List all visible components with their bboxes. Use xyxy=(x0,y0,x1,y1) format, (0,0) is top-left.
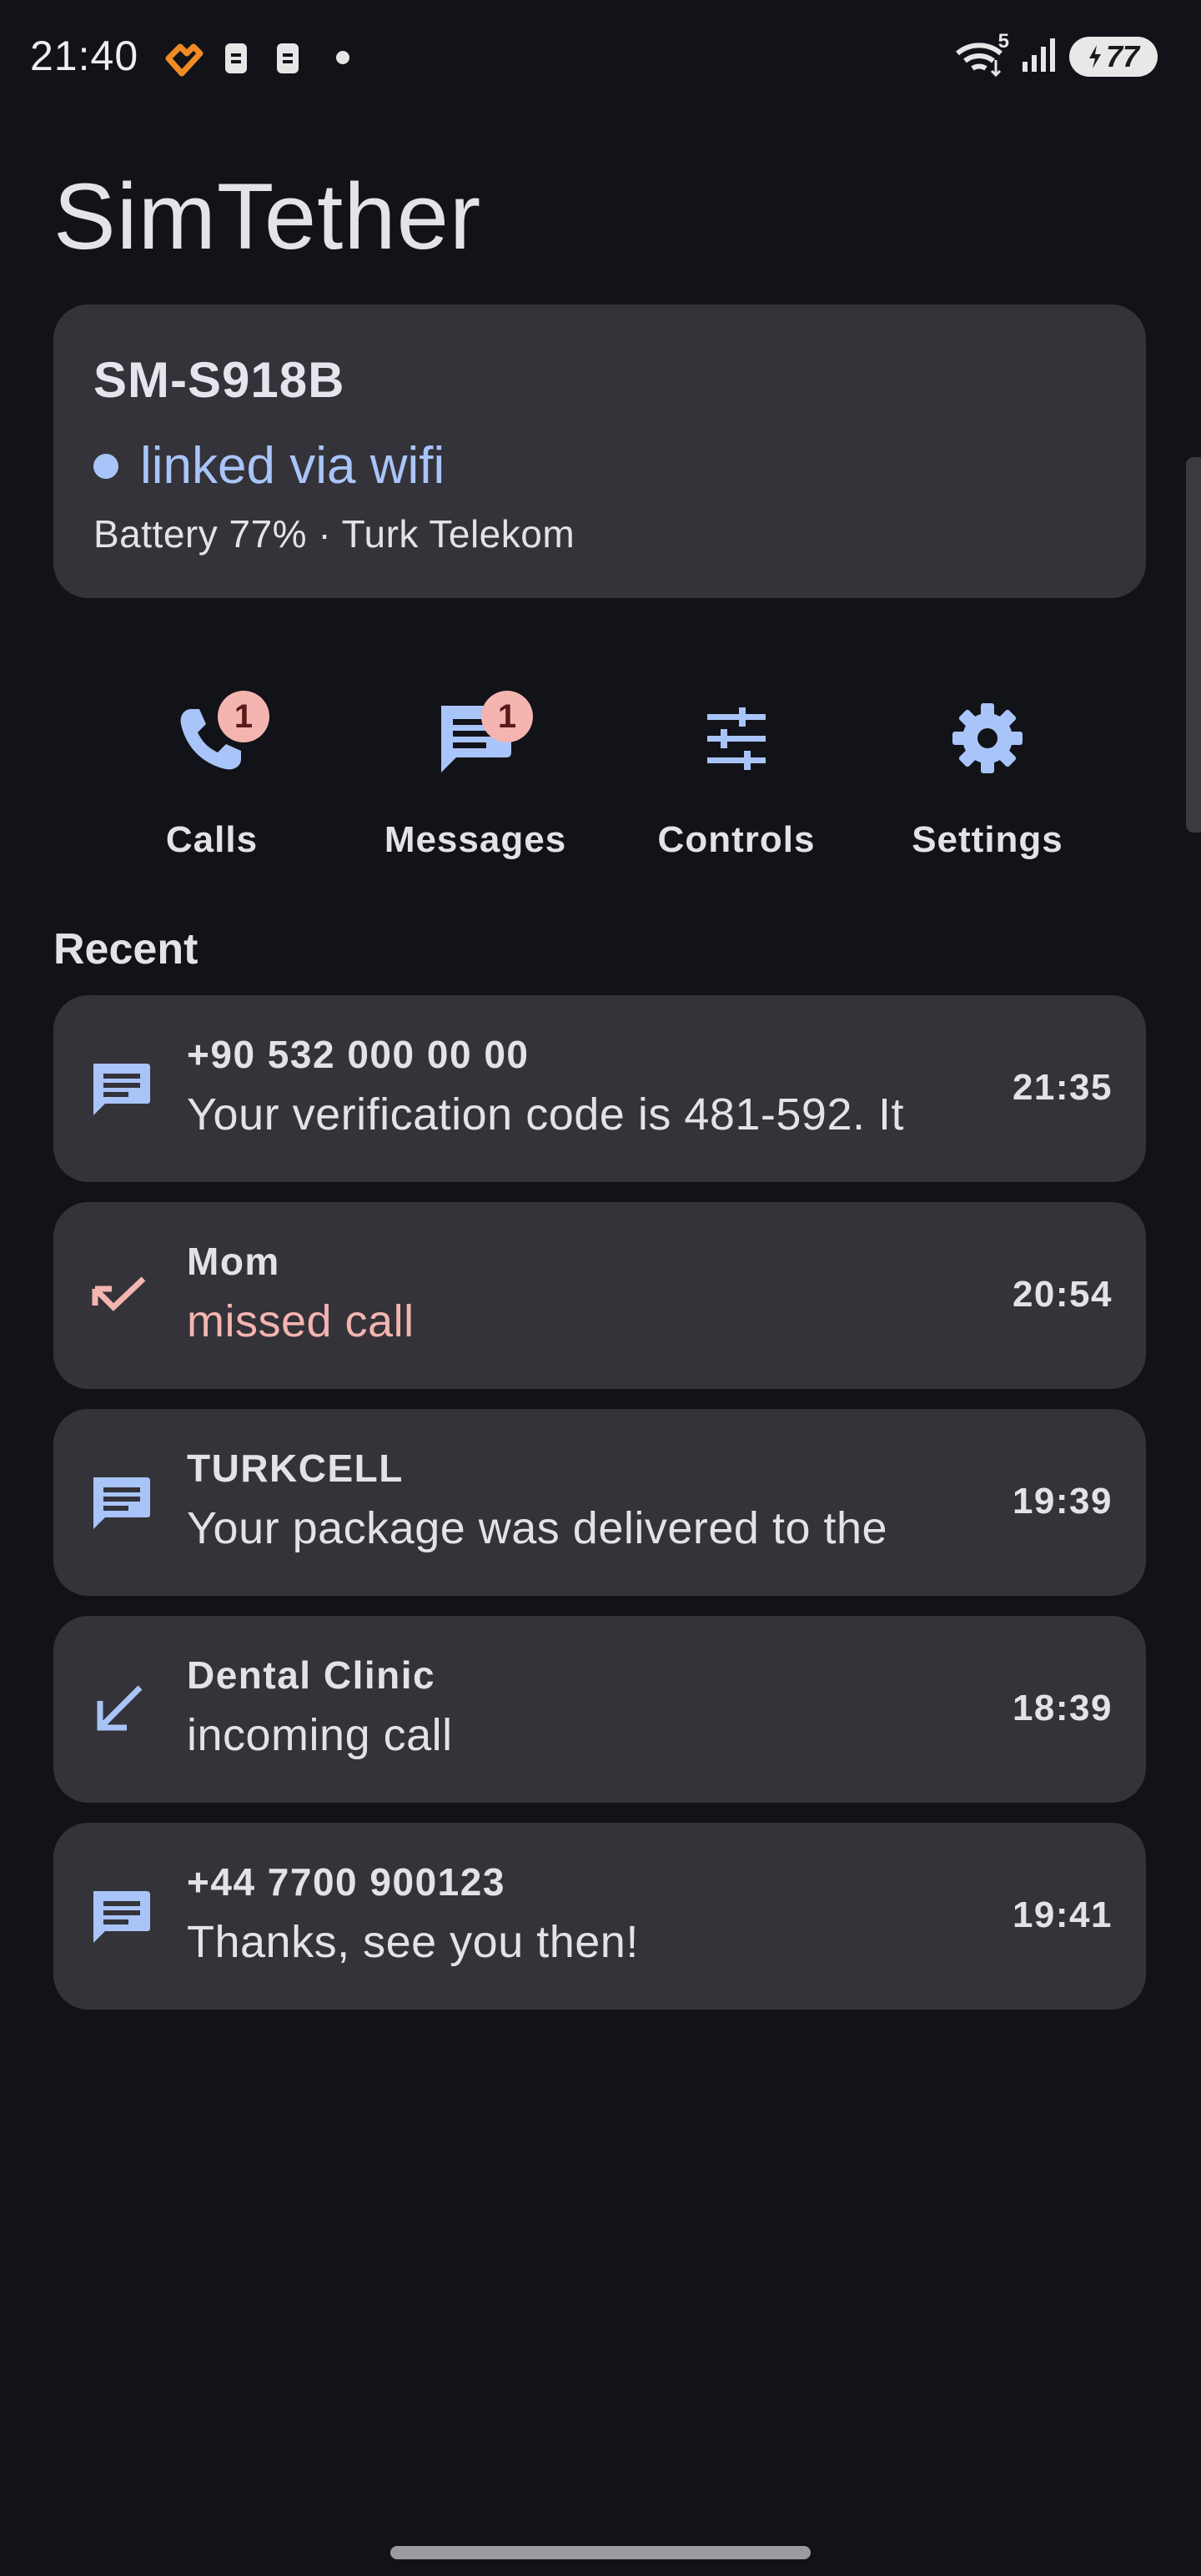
charging-icon xyxy=(1088,45,1101,68)
recent-item[interactable]: Mom missed call 20:54 xyxy=(53,1202,1146,1389)
device-info: Battery 77% · Turk Telekom xyxy=(93,512,575,556)
device-card[interactable]: SM-S918B linked via wifi Battery 77% · T… xyxy=(53,304,1146,598)
recent-sender: Dental Clinic xyxy=(187,1653,436,1697)
recent-heading: Recent xyxy=(53,925,198,974)
wifi-label: 5 xyxy=(997,30,1009,53)
recent-preview: Your verification code is 481-592. It xyxy=(187,1089,905,1140)
settings-button[interactable]: Settings xyxy=(862,692,1113,861)
recent-sender: +44 7700 900123 xyxy=(187,1860,505,1904)
calls-button[interactable]: 1 Calls xyxy=(87,691,337,861)
incoming-call-icon xyxy=(87,1676,153,1743)
message-icon xyxy=(87,1883,153,1950)
phone-icon: 1 xyxy=(166,691,269,784)
recent-time: 19:41 xyxy=(1012,1894,1113,1935)
scroll-handle[interactable] xyxy=(1186,457,1201,833)
messages-label: Messages xyxy=(384,819,567,860)
recent-sender: +90 532 000 00 00 xyxy=(187,1033,530,1076)
recent-item[interactable]: TURKCELL Your package was delivered to t… xyxy=(53,1409,1146,1596)
recent-sender: TURKCELL xyxy=(187,1446,404,1490)
status-bar: 21:40 5 77 xyxy=(0,0,1201,117)
recent-time: 18:39 xyxy=(1012,1688,1113,1728)
recent-list: +90 532 000 00 00 Your verification code… xyxy=(53,995,1146,2030)
wifi-icon: 5 xyxy=(954,30,1009,78)
recent-time: 19:39 xyxy=(1012,1481,1113,1522)
recent-item[interactable]: +90 532 000 00 00 Your verification code… xyxy=(53,995,1146,1182)
link-status: linked via wifi xyxy=(93,436,445,496)
controls-label: Controls xyxy=(657,819,816,860)
message-icon xyxy=(87,1469,153,1536)
recent-item[interactable]: +44 7700 900123 Thanks, see you then! 19… xyxy=(53,1823,1146,2010)
calls-badge: 1 xyxy=(218,691,269,742)
message-icon: 1 xyxy=(430,691,533,784)
settings-label: Settings xyxy=(912,819,1063,860)
dot-icon xyxy=(335,50,350,69)
missed-call-icon xyxy=(87,1262,153,1329)
sim-icon xyxy=(224,42,249,79)
message-icon xyxy=(87,1055,153,1122)
gesture-nav-bar[interactable] xyxy=(390,2546,811,2559)
battery-level: 77 xyxy=(1105,39,1140,73)
status-right: 5 77 xyxy=(954,30,1158,80)
messages-button[interactable]: 1 Messages xyxy=(350,691,600,861)
recent-preview: missed call xyxy=(187,1296,415,1346)
messages-badge: 1 xyxy=(481,691,533,742)
recent-sender: Mom xyxy=(187,1240,280,1283)
tune-icon xyxy=(691,692,782,784)
link-status-text: linked via wifi xyxy=(140,437,445,495)
recent-preview: incoming call xyxy=(187,1710,453,1760)
calls-label: Calls xyxy=(165,819,259,860)
app-title: SimTether xyxy=(53,164,482,269)
battery-indicator: 77 xyxy=(1069,37,1158,77)
recent-time: 21:35 xyxy=(1012,1067,1113,1108)
notification-app-icon xyxy=(162,40,205,83)
signal-icon xyxy=(1021,37,1058,78)
controls-button[interactable]: Controls xyxy=(611,692,862,861)
recent-preview: Your package was delivered to the xyxy=(187,1503,888,1553)
sim-icon xyxy=(275,42,300,79)
recent-item[interactable]: Dental Clinic incoming call 18:39 xyxy=(53,1616,1146,1803)
gear-icon xyxy=(942,692,1033,784)
status-dot-icon xyxy=(93,453,118,479)
recent-preview: Thanks, see you then! xyxy=(187,1917,639,1967)
status-time: 21:40 xyxy=(30,33,139,79)
device-name: SM-S918B xyxy=(93,352,345,408)
recent-time: 20:54 xyxy=(1012,1274,1113,1315)
